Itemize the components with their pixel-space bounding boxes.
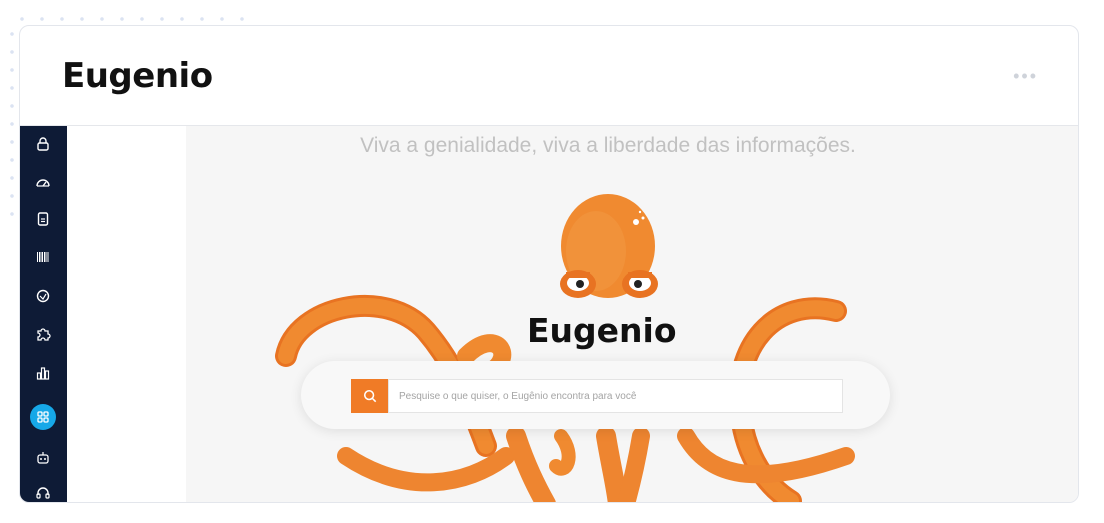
search-input[interactable]: [388, 379, 843, 413]
speedometer-icon: [36, 179, 50, 187]
center-logo-text: Eugenio: [521, 309, 683, 353]
document-icon: [37, 212, 49, 226]
more-options-icon[interactable]: •••: [1013, 66, 1038, 87]
tag-icon: [36, 289, 50, 303]
sidebar-item-documents[interactable]: [28, 204, 58, 234]
bar-chart-icon: [36, 367, 50, 380]
sidebar-item-integrations[interactable]: [28, 319, 58, 349]
sidebar-item-reports[interactable]: [28, 358, 58, 388]
headset-icon: [36, 487, 50, 499]
header: Eugenio •••: [20, 26, 1078, 126]
puzzle-icon: [37, 328, 51, 341]
search-bar: [301, 361, 890, 429]
robot-icon: [37, 452, 49, 464]
sidebar-item-barcode[interactable]: [28, 242, 58, 272]
grid-icon: [37, 411, 49, 423]
barcode-icon: [37, 252, 49, 262]
lock-icon: [37, 137, 49, 151]
sidebar-item-dashboard[interactable]: [28, 167, 58, 197]
sidebar: [20, 126, 67, 502]
search-icon: [363, 389, 376, 403]
sidebar-item-bot[interactable]: [28, 443, 58, 473]
search-button[interactable]: [351, 379, 388, 413]
sidebar-item-support[interactable]: [28, 478, 58, 502]
sidebar-item-tags[interactable]: [28, 281, 58, 311]
sidebar-item-lock[interactable]: [28, 129, 58, 159]
app-window: Eugenio ••• Viva a genialidade, viva a l…: [19, 25, 1079, 503]
brand-logo[interactable]: Eugenio: [62, 56, 213, 96]
decorative-dots-left: [8, 25, 16, 220]
main-content: Viva a genialidade, viva a liberdade das…: [186, 126, 1078, 502]
decorative-dots-top: [12, 15, 252, 23]
sidebar-item-apps[interactable]: [30, 404, 56, 430]
